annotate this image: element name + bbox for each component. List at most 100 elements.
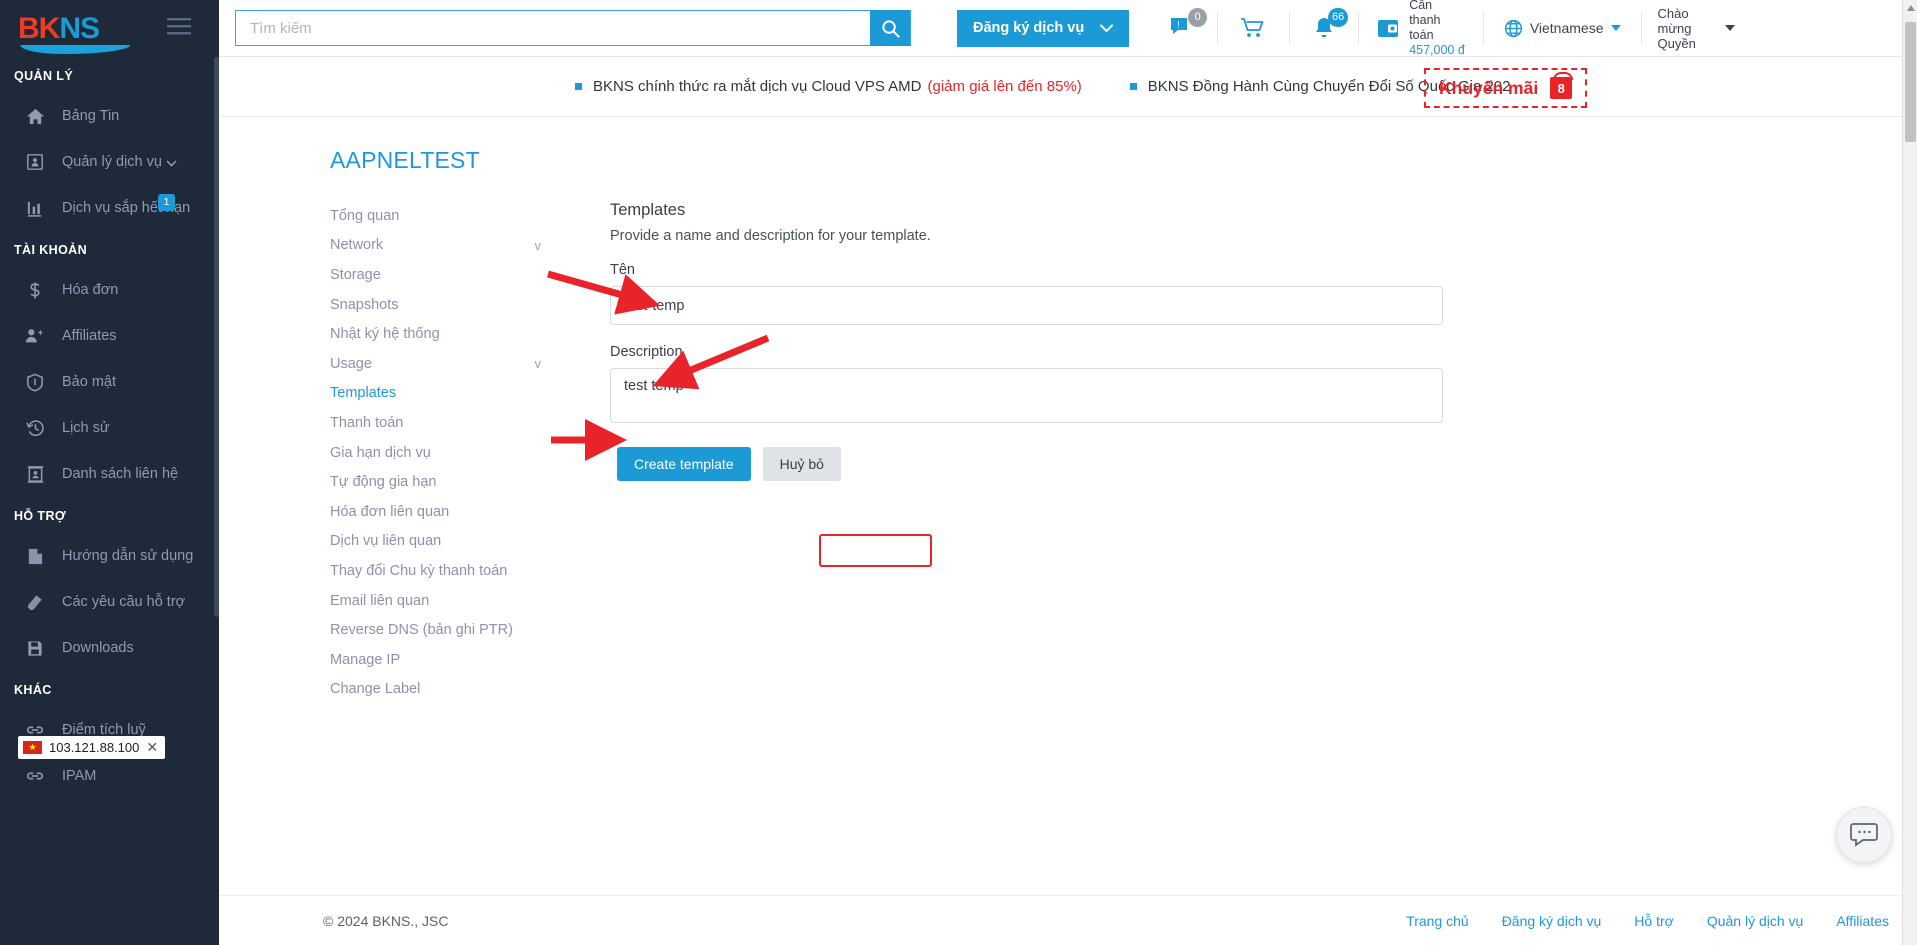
notifications-button[interactable]: 66	[1290, 8, 1358, 48]
sidebar-item-label: Bảo mật	[62, 374, 116, 390]
sidebar-item-downloads[interactable]: Downloads	[0, 625, 219, 671]
ip-chip[interactable]: ★ 103.121.88.100 ✕	[18, 736, 166, 759]
chat-bubble-icon	[1850, 823, 1878, 847]
sidebar-item-label: Các yêu cầu hỗ trợ	[62, 594, 186, 610]
user-menu[interactable]: Chào mừng Quyền	[1642, 6, 1751, 51]
sidebar-item-affiliates[interactable]: Affiliates	[0, 313, 219, 359]
chevron-down-icon: v	[534, 237, 542, 253]
submenu-item-templates[interactable]: Templates	[330, 379, 565, 409]
logo-ns: NS	[59, 12, 100, 45]
sidebar-section-title: QUẢN LÝ	[14, 69, 74, 83]
search-button[interactable]	[870, 10, 910, 46]
submenu-item-label: Network	[330, 237, 384, 254]
sidebar-item-dch-v-sp-ht-hn[interactable]: Dịch vụ sắp hết hạn 1	[0, 185, 219, 231]
search-box[interactable]	[235, 10, 911, 46]
support-count-badge: 0	[1188, 8, 1208, 27]
submenu-item-label: Tự động gia hạn	[330, 474, 437, 491]
submenu-item-label: Storage	[330, 266, 381, 283]
payment-due-texts: Cần thanh toán 457,000 đ	[1409, 0, 1465, 58]
submenu-item-storage[interactable]: Storage	[330, 260, 565, 290]
greeting-label: Chào mừng Quyền	[1657, 5, 1696, 51]
chevron-down-icon	[1100, 24, 1114, 32]
svg-text:!: !	[1177, 20, 1180, 30]
dollar-icon	[22, 279, 48, 301]
sidebar-section-title: TÀI KHOẢN	[14, 243, 88, 257]
sidebar-item-label: Affiliates	[62, 328, 117, 344]
chat-bubble-button[interactable]	[1836, 807, 1892, 863]
submenu-item-nht-k-h-thng[interactable]: Nhật ký hệ thống	[330, 319, 565, 349]
language-selector[interactable]: Vietnamese	[1484, 19, 1641, 38]
notifications-count-badge: 66	[1327, 8, 1349, 27]
submenu-item-snapshots[interactable]: Snapshots	[330, 290, 565, 320]
search-input[interactable]	[236, 11, 870, 45]
page-title: AAPNELTEST	[330, 147, 480, 173]
submenu-item-change-label[interactable]: Change Label	[330, 675, 565, 705]
register-service-button[interactable]: Đăng ký dịch vụ	[957, 9, 1130, 47]
cancel-button[interactable]: Huỷ bỏ	[762, 447, 841, 481]
submenu-item-label: Email liên quan	[330, 592, 430, 609]
page-scrollbar[interactable]	[1902, 0, 1917, 945]
footer-link-qun-l-dch-v[interactable]: Quản lý dịch vụ	[1707, 913, 1804, 929]
submenu-item-dch-v-lin-quan[interactable]: Dịch vụ liên quan	[330, 527, 565, 557]
announcement-highlight-1: (giảm giá lên đến 85%)	[927, 78, 1082, 95]
sidebar-item-hng-dn-s-dng[interactable]: Hướng dẫn sử dụng	[0, 533, 219, 579]
gift-icon: 8	[1550, 72, 1574, 99]
submenu-item-thanh-ton[interactable]: Thanh toán	[330, 408, 565, 438]
announcement-item-1[interactable]: BKNS chính thức ra mắt dịch vụ Cloud VPS…	[575, 78, 1082, 95]
template-name-input[interactable]	[610, 286, 1443, 325]
cart-button[interactable]	[1218, 8, 1289, 48]
scroll-up-arrow-icon[interactable]	[1907, 5, 1915, 11]
sidebar-section-title: HỖ TRỢ	[14, 509, 66, 523]
footer-copyright: © 2024 BKNS., JSC	[323, 912, 449, 929]
submenu-item-usage[interactable]: Usage v	[330, 349, 565, 379]
sidebar-item-ha-n[interactable]: Hóa đơn	[0, 267, 219, 313]
cart-icon	[1241, 18, 1264, 37]
submenu-item-thay-i-chu-k-thanh-ton[interactable]: Thay đổi Chu kỳ thanh toán	[330, 556, 565, 586]
logo-bk: BK	[18, 12, 60, 45]
submenu-item-t-ng-gia-hn[interactable]: Tự động gia hạn	[330, 467, 565, 497]
submenu-item-label: Templates	[330, 385, 397, 402]
footer-link-affiliates[interactable]: Affiliates	[1836, 913, 1889, 929]
submenu-item-label: Change Label	[330, 681, 421, 698]
close-icon[interactable]: ✕	[146, 739, 158, 756]
bullet-icon	[1129, 83, 1137, 90]
payment-due-button[interactable]: Cần thanh toán 457,000 đ	[1359, 0, 1483, 58]
template-form: Templates Provide a name and description…	[610, 201, 1443, 481]
submenu-item-ha-n-lin-quan[interactable]: Hóa đơn liên quan	[330, 497, 565, 527]
bar-chart-icon	[22, 197, 48, 219]
link-icon	[22, 765, 48, 787]
sidebar-item-cc-yu-cu-h-tr[interactable]: Các yêu cầu hỗ trợ	[0, 579, 219, 625]
promo-label: Khuyến mãi	[1439, 77, 1539, 98]
footer-link-ng-k-dch-v[interactable]: Đăng ký dịch vụ	[1502, 913, 1602, 929]
sidebar-section-title: KHÁC	[14, 683, 52, 697]
submenu-item-manage-ip[interactable]: Manage IP	[330, 645, 565, 675]
sidebar-item-qun-l-dch-v[interactable]: Quản lý dịch vụ	[0, 139, 219, 185]
contact-card-icon	[22, 463, 48, 485]
footer-link-h-tr[interactable]: Hỗ trợ	[1634, 913, 1674, 929]
submenu-item-reverse-dns-bn-ghi-ptr[interactable]: Reverse DNS (bản ghi PTR)	[330, 615, 565, 645]
hamburger-icon[interactable]	[167, 18, 191, 41]
submenu-item-email-lin-quan[interactable]: Email liên quan	[330, 586, 565, 616]
wallet-icon	[1378, 19, 1399, 37]
footer-links: Trang chủ Đăng ký dịch vụ Hỗ trợ Quản lý dị…	[1406, 913, 1889, 929]
sidebar-item-bo-mt[interactable]: Bảo mật	[0, 359, 219, 405]
sidebar-item-danh-sch-lin-h[interactable]: Danh sách liên hệ	[0, 451, 219, 497]
sidebar-item-label: Hướng dẫn sử dụng	[62, 548, 194, 564]
chevron-down-icon	[1724, 25, 1735, 31]
submenu-item-network[interactable]: Network v	[330, 231, 565, 261]
payment-due-amount: 457,000 đ	[1409, 43, 1465, 57]
sidebar-item-ipam[interactable]: IPAM	[0, 753, 219, 799]
submenu-item-label: Gia hạn dịch vụ	[330, 444, 431, 461]
footer-link-trang-ch[interactable]: Trang chủ	[1406, 913, 1469, 929]
submenu-item-gia-hn-dch-v[interactable]: Gia hạn dịch vụ	[330, 438, 565, 468]
support-chat-button[interactable]: ! 0	[1147, 8, 1217, 48]
sidebar-item-bng-tin[interactable]: Bảng Tin	[0, 93, 219, 139]
sidebar-item-lch-s[interactable]: Lịch sử	[0, 405, 219, 451]
promo-button[interactable]: Khuyến mãi 8	[1424, 68, 1588, 108]
submenu-item-tng-quan[interactable]: Tổng quan	[330, 201, 565, 231]
submenu-item-label: Manage IP	[330, 651, 401, 668]
create-template-button[interactable]: Create template	[617, 447, 751, 481]
sidebar-item-label: Bảng Tin	[62, 108, 120, 124]
template-description-textarea[interactable]: test temp	[610, 368, 1443, 423]
scrollbar-thumb[interactable]	[1905, 22, 1916, 142]
